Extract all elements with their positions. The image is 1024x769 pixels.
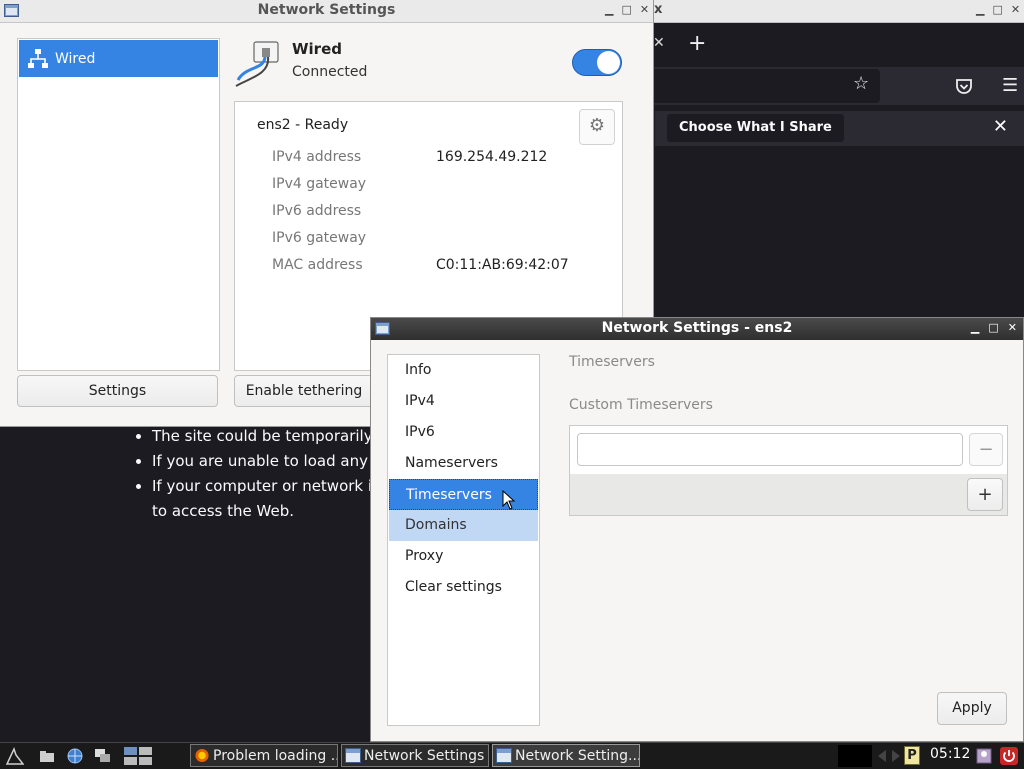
minimize-icon[interactable]: ▁	[971, 321, 979, 334]
maximize-icon[interactable]: □	[992, 3, 1002, 16]
settings-button[interactable]: Settings	[17, 375, 218, 407]
user-switch-icon[interactable]	[975, 747, 993, 765]
gear-icon: ⚙	[588, 115, 606, 136]
error-hint-continuation: to access the Web.	[152, 502, 294, 520]
minimize-icon[interactable]: ▁	[605, 3, 613, 16]
minimize-icon[interactable]: ▁	[976, 3, 984, 16]
settings-category-list: Info IPv4 IPv6 Nameservers Timeservers D…	[387, 354, 540, 726]
enable-tethering-button[interactable]: Enable tethering	[234, 375, 374, 407]
workspace-switcher-icon[interactable]	[124, 747, 152, 765]
connection-settings-dialog: Network Settings - ens2 ▁ □ ✕ Info IPv4 …	[370, 317, 1024, 742]
nav-item-proxy[interactable]: Proxy	[389, 541, 538, 572]
nav-item-nameservers[interactable]: Nameservers	[389, 448, 538, 479]
dialog-titlebar[interactable]: Network Settings - ens2 ▁ □ ✕	[371, 318, 1023, 340]
close-icon[interactable]: ✕	[993, 116, 1008, 137]
notification-bar: Choose What I Share ✕	[655, 111, 1024, 146]
maximize-icon[interactable]: □	[621, 3, 631, 16]
section-title: Timeservers	[569, 354, 655, 370]
mouse-pointer-icon	[502, 490, 516, 510]
connection-settings-button[interactable]: ⚙	[579, 109, 615, 145]
bookmark-star-icon[interactable]: ☆	[853, 73, 869, 94]
error-hint-line: If you are unable to load any	[152, 449, 373, 474]
dialog-title: Network Settings - ens2	[601, 320, 793, 336]
browser-globe-icon[interactable]	[66, 747, 84, 765]
close-icon[interactable]: ✕	[640, 3, 649, 16]
ipv6-address-label: IPv6 address	[272, 203, 362, 219]
window-icon	[345, 748, 361, 763]
taskbar-clock[interactable]: 05:12	[930, 746, 970, 762]
timeserver-input[interactable]	[577, 433, 963, 466]
nav-item-info[interactable]: Info	[389, 355, 538, 386]
toggle-knob	[597, 51, 620, 74]
tab-close-icon[interactable]: ✕	[653, 35, 665, 51]
window-icon	[496, 748, 512, 763]
error-page-content: The site could be temporarily If you are…	[138, 424, 373, 524]
clipboard-tray-icon[interactable]: P	[904, 746, 920, 765]
show-desktop-icon[interactable]	[94, 747, 112, 765]
device-title: Wired	[292, 40, 342, 58]
firefox-tab-bar: ✕ +	[650, 23, 1024, 67]
close-icon[interactable]: ✕	[1008, 321, 1017, 334]
maximize-icon[interactable]: □	[988, 321, 998, 334]
pocket-icon[interactable]	[955, 77, 973, 95]
ethernet-cable-icon	[235, 41, 279, 87]
wired-toggle-switch[interactable]	[572, 49, 622, 76]
taskbar: Problem loading ... Network Settings Net…	[0, 742, 1024, 769]
sidebar-item-wired[interactable]: Wired	[19, 40, 218, 77]
nav-item-clear-settings[interactable]: Clear settings	[389, 572, 538, 603]
remove-timeserver-button[interactable]: −	[969, 433, 1003, 466]
ipv4-gateway-label: IPv4 gateway	[272, 176, 367, 192]
apply-button[interactable]: Apply	[937, 692, 1007, 725]
firefox-titlebar[interactable]: x ▁ □ ✕	[650, 0, 1024, 23]
start-menu-icon[interactable]	[6, 747, 24, 765]
window-title: Network Settings	[257, 2, 396, 18]
network-activity-icon[interactable]	[876, 748, 902, 764]
hamburger-menu-icon[interactable]: ☰	[1002, 75, 1018, 96]
custom-timeservers-label: Custom Timeservers	[569, 397, 713, 413]
timeserver-list: − +	[569, 425, 1008, 516]
new-tab-icon[interactable]: +	[688, 31, 706, 56]
tray-blank-area	[838, 745, 872, 767]
nav-item-ipv6[interactable]: IPv6	[389, 417, 538, 448]
window-titlebar[interactable]: Network Settings ▁ □ ✕	[0, 0, 653, 23]
sidebar-item-label: Wired	[55, 50, 96, 67]
network-wired-icon	[28, 49, 48, 68]
timeserver-row: −	[570, 426, 1007, 474]
ipv6-gateway-label: IPv6 gateway	[272, 230, 367, 246]
taskbar-item-network-settings[interactable]: Network Settings	[341, 744, 489, 767]
choose-what-i-share-button[interactable]: Choose What I Share	[667, 114, 844, 142]
taskbar-item-label: Problem loading ...	[213, 748, 338, 764]
connection-title: ens2 - Ready	[257, 117, 349, 133]
error-hint-line: If your computer or network ito access t…	[152, 474, 373, 524]
firefox-icon	[195, 748, 209, 763]
taskbar-item-network-settings-ens2[interactable]: Network Setting...	[492, 744, 640, 767]
nav-item-ipv4[interactable]: IPv4	[389, 386, 538, 417]
power-icon[interactable]	[1000, 747, 1018, 765]
close-icon[interactable]: ✕	[1011, 3, 1020, 16]
taskbar-item-firefox[interactable]: Problem loading ...	[190, 744, 338, 767]
ipv4-address-value: 169.254.49.212	[436, 149, 548, 165]
taskbar-item-label: Network Setting...	[515, 748, 640, 764]
add-timeserver-button[interactable]: +	[967, 478, 1003, 511]
url-bar[interactable]: ☆	[650, 69, 880, 103]
device-status: Connected	[292, 64, 368, 80]
ipv4-address-label: IPv4 address	[272, 149, 362, 165]
device-sidebar: Wired	[17, 38, 220, 371]
file-manager-icon[interactable]	[38, 747, 56, 765]
taskbar-item-label: Network Settings	[364, 748, 485, 764]
firefox-title-fragment: x	[654, 2, 663, 17]
nav-item-domains[interactable]: Domains	[389, 510, 538, 541]
error-hint-line: The site could be temporarily	[152, 424, 373, 449]
mac-address-value: C0:11:AB:69:42:07	[436, 257, 569, 273]
mac-address-label: MAC address	[272, 257, 363, 273]
